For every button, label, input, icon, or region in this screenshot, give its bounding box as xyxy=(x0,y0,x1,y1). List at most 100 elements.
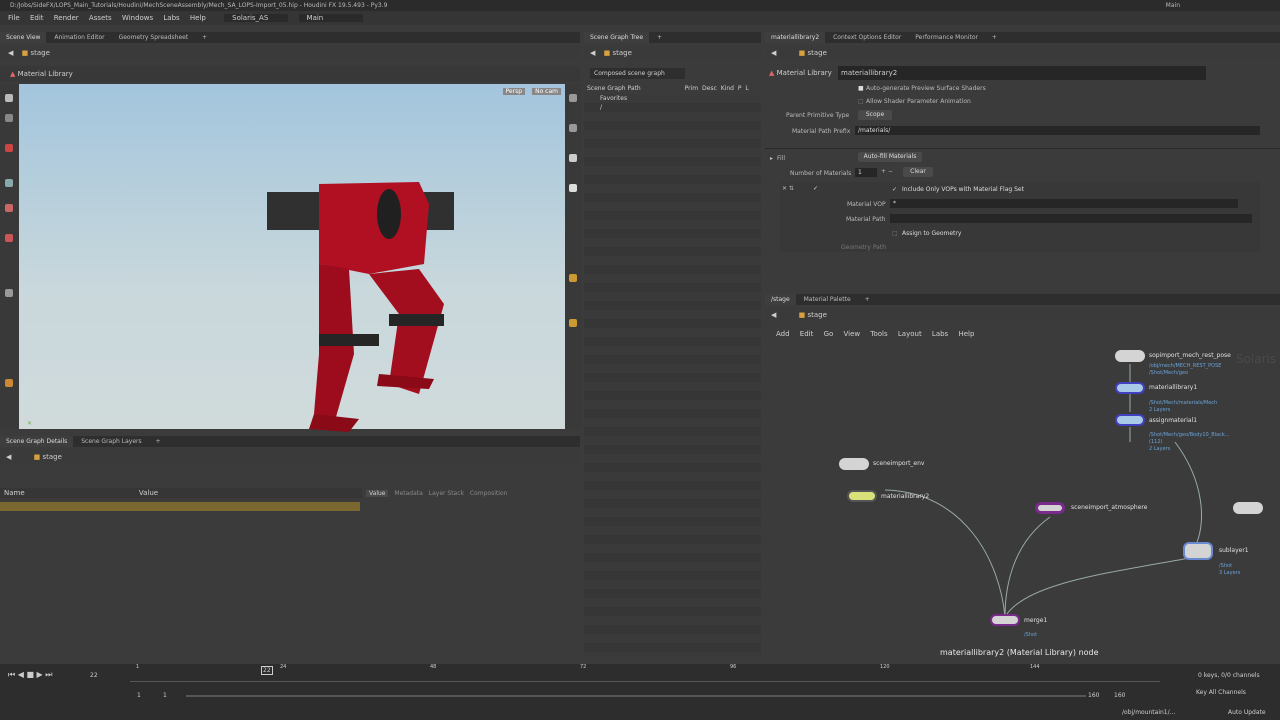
back-icon[interactable]: ◀ xyxy=(590,49,595,57)
parent-prim-select[interactable]: Scope xyxy=(858,110,892,120)
desktop-select[interactable]: Solaris_AS xyxy=(224,14,289,22)
fill-toggle-icon[interactable]: ▸ xyxy=(770,155,773,162)
light-icon[interactable] xyxy=(569,184,577,192)
menu-file[interactable]: File xyxy=(8,14,20,22)
net-menu-view[interactable]: View xyxy=(844,330,861,338)
playhead[interactable]: 22 xyxy=(261,666,273,675)
add-tab-icon[interactable]: + xyxy=(651,32,668,43)
net-menu-layout[interactable]: Layout xyxy=(898,330,922,338)
add-tab-icon[interactable]: + xyxy=(196,32,213,43)
col-name[interactable]: Name xyxy=(4,489,25,497)
persp-menu[interactable]: Persp xyxy=(502,88,525,95)
node-sceneimport-env[interactable] xyxy=(839,458,869,470)
tree-row-favorites[interactable]: Favorites xyxy=(584,94,761,103)
menu-render[interactable]: Render xyxy=(54,14,79,22)
col-kind[interactable]: Kind xyxy=(721,85,734,92)
auto-fill-button[interactable]: Auto-fill Materials xyxy=(858,152,922,162)
menu-assets[interactable]: Assets xyxy=(89,14,112,22)
add-tab-icon[interactable]: + xyxy=(986,32,1003,43)
node-sopimport[interactable] xyxy=(1115,350,1145,362)
network-editor[interactable]: Solaris sopimport_mech_rest_pose /obj/me… xyxy=(765,342,1280,662)
tab-stage[interactable]: /stage xyxy=(765,294,796,305)
clear-button[interactable]: Clear xyxy=(903,167,933,177)
range-slider[interactable] xyxy=(186,695,1086,697)
end-frame[interactable]: 160 xyxy=(1088,692,1099,699)
tab-material-palette[interactable]: Material Palette xyxy=(798,294,857,305)
allow-anim-checkbox[interactable]: □ xyxy=(858,98,864,105)
back-icon[interactable]: ◀ xyxy=(6,453,11,461)
tab-scene-view[interactable]: Scene View xyxy=(0,32,47,43)
subtab-layer-stack[interactable]: Layer Stack xyxy=(429,490,464,497)
node-offscreen[interactable] xyxy=(1233,502,1263,514)
col-p[interactable]: P xyxy=(738,85,742,92)
start-frame-2[interactable]: 1 xyxy=(163,692,167,699)
num-materials-field[interactable]: 1 xyxy=(855,168,877,177)
net-menu-go[interactable]: Go xyxy=(824,330,834,338)
left-path[interactable]: stage xyxy=(30,49,49,57)
frame-ruler[interactable]: 1 24 48 72 96 120 144 22 xyxy=(130,664,1160,682)
tab-scene-graph-details[interactable]: Scene Graph Details xyxy=(0,436,74,447)
node-sublayer1[interactable] xyxy=(1183,542,1213,560)
node-sceneimport-atmosphere[interactable] xyxy=(1035,502,1065,514)
material-path-field[interactable] xyxy=(890,214,1252,223)
auto-gen-checkbox[interactable]: ■ xyxy=(858,85,864,92)
subtab-value[interactable]: Value xyxy=(366,490,389,497)
add-tab-icon[interactable]: + xyxy=(859,294,876,305)
tab-context-options[interactable]: Context Options Editor xyxy=(827,32,907,43)
rotate-tool-icon[interactable] xyxy=(5,144,13,152)
material-vop-field[interactable]: * xyxy=(890,199,1238,208)
details-path[interactable]: stage xyxy=(42,453,61,461)
current-frame[interactable]: 22 xyxy=(90,672,98,679)
camera-tool-icon[interactable] xyxy=(5,234,13,242)
transform-tool-icon[interactable] xyxy=(5,114,13,122)
sgt-mode-select[interactable]: Composed scene graph xyxy=(590,68,685,79)
col-path[interactable]: Scene Graph Path xyxy=(587,85,641,92)
back-icon[interactable]: ◀ xyxy=(8,49,13,57)
node-materiallibrary2[interactable] xyxy=(847,490,877,502)
auto-update-button[interactable]: Auto Update xyxy=(1228,709,1266,716)
node-materiallibrary1[interactable] xyxy=(1115,382,1145,394)
context-select[interactable]: Main xyxy=(298,14,364,22)
col-l[interactable]: L xyxy=(745,85,748,92)
enable-checkbox[interactable]: ✓ xyxy=(813,185,818,192)
menu-windows[interactable]: Windows xyxy=(122,14,153,22)
tree-row-root[interactable]: / xyxy=(584,103,761,112)
tab-animation-editor[interactable]: Animation Editor xyxy=(48,32,110,43)
menu-labs[interactable]: Labs xyxy=(163,14,179,22)
net-menu-add[interactable]: Add xyxy=(776,330,790,338)
tab-materiallibrary2[interactable]: materiallibrary2 xyxy=(765,32,826,43)
col-value[interactable]: Value xyxy=(139,489,158,497)
node-merge1[interactable] xyxy=(990,614,1020,626)
net-menu-edit[interactable]: Edit xyxy=(800,330,814,338)
viewport[interactable]: Persp No cam ✕ xyxy=(19,84,565,432)
tab-performance-monitor[interactable]: Performance Monitor xyxy=(909,32,984,43)
col-desc[interactable]: Desc xyxy=(702,85,717,92)
playback-controls[interactable]: ⏮ ◀ ■ ▶ ⏭ xyxy=(8,670,52,680)
handle-tool-icon[interactable] xyxy=(5,179,13,187)
remove-icon[interactable]: ✕ ⇅ xyxy=(782,185,794,192)
light-tool-icon[interactable] xyxy=(5,204,13,212)
back-icon[interactable]: ◀ xyxy=(771,49,776,57)
add-icon[interactable]: + − xyxy=(881,168,893,175)
tab-scene-graph-layers[interactable]: Scene Graph Layers xyxy=(75,436,147,447)
net-path[interactable]: stage xyxy=(807,311,826,319)
start-frame[interactable]: 1 xyxy=(137,692,141,699)
net-menu-help[interactable]: Help xyxy=(958,330,974,338)
tab-geometry-spreadsheet[interactable]: Geometry Spreadsheet xyxy=(113,32,195,43)
sgt-path[interactable]: stage xyxy=(612,49,631,57)
prefix-field[interactable]: /materials/ xyxy=(855,126,1260,135)
back-icon[interactable]: ◀ xyxy=(771,311,776,319)
selected-row[interactable] xyxy=(0,502,360,511)
param-path[interactable]: stage xyxy=(807,49,826,57)
end-frame-2[interactable]: 160 xyxy=(1114,692,1125,699)
node-name-field[interactable]: materiallibrary2 xyxy=(838,66,1206,80)
camera-menu[interactable]: No cam xyxy=(532,88,561,95)
subtab-metadata[interactable]: Metadata xyxy=(394,490,422,497)
add-tab-icon[interactable]: + xyxy=(150,436,167,447)
node-assignmaterial1[interactable] xyxy=(1115,414,1145,426)
menu-edit[interactable]: Edit xyxy=(30,14,44,22)
net-menu-tools[interactable]: Tools xyxy=(870,330,887,338)
subtab-composition[interactable]: Composition xyxy=(470,490,507,497)
assign-checkbox[interactable]: □ xyxy=(892,230,898,237)
key-all-button[interactable]: Key All Channels xyxy=(1196,689,1246,696)
